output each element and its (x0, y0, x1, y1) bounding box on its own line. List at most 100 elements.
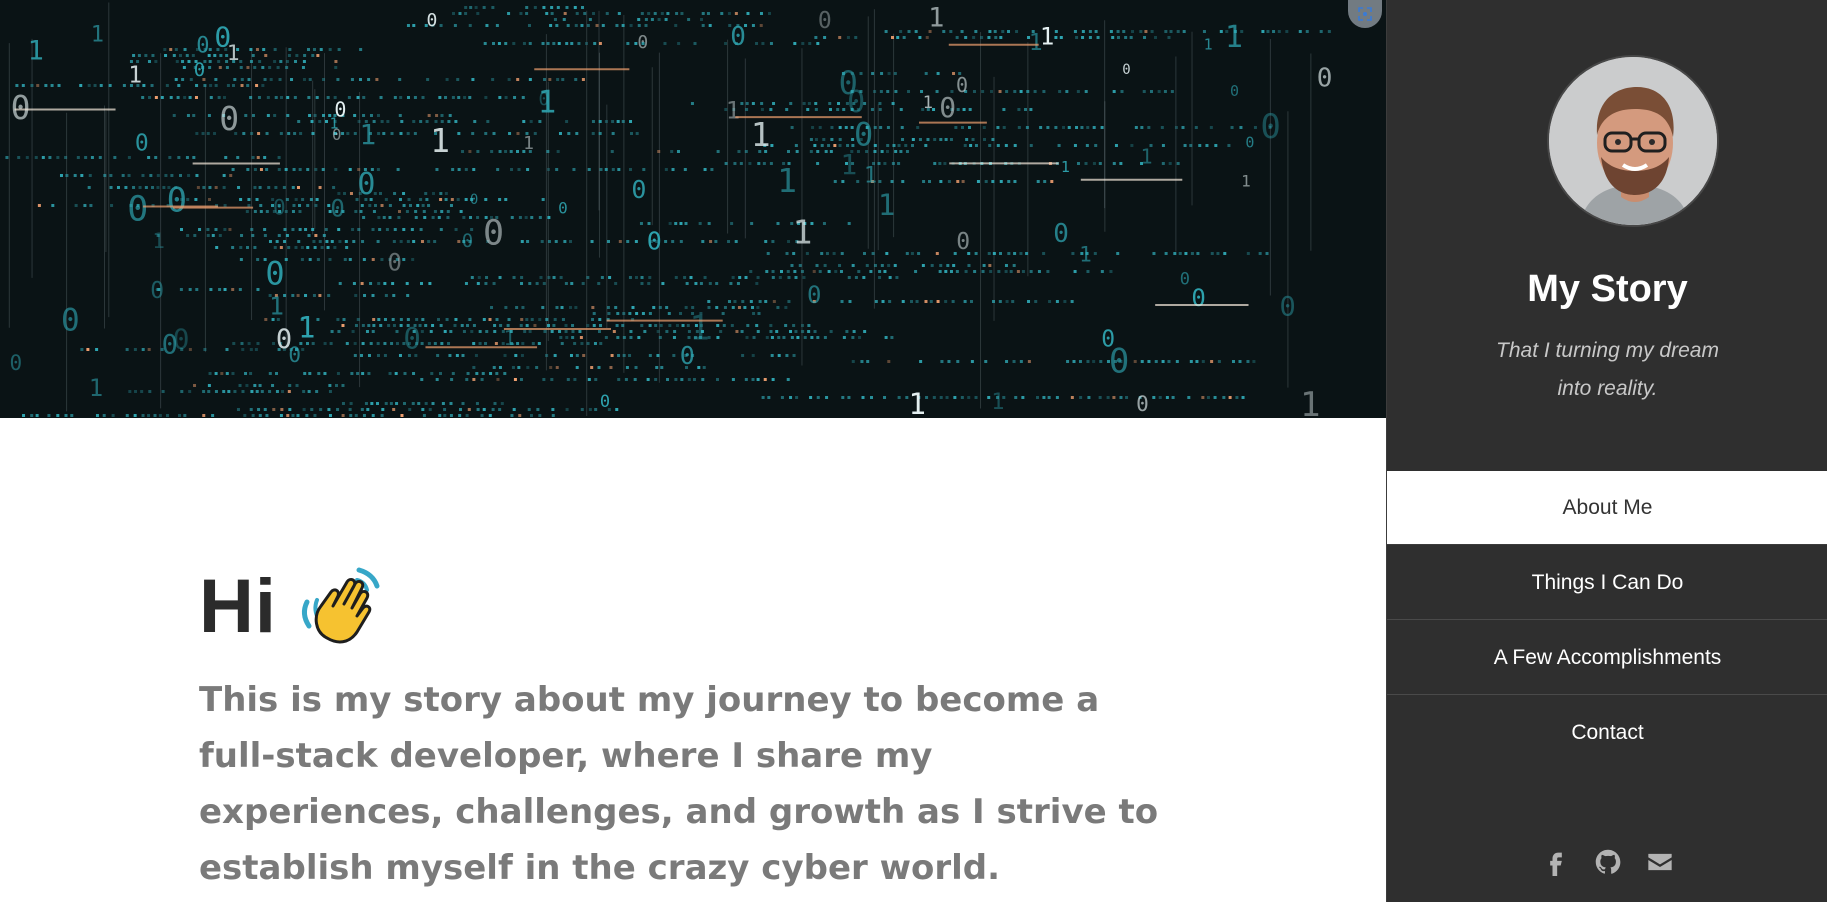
svg-text:1: 1 (359, 118, 376, 151)
svg-text:1: 1 (523, 133, 534, 154)
svg-text:1: 1 (1140, 144, 1152, 168)
sidebar-nav: About Me Things I Can Do A Few Accomplis… (1387, 471, 1827, 770)
svg-text:1: 1 (726, 96, 740, 124)
svg-text:0: 0 (680, 341, 695, 370)
nav-item-about-me[interactable]: About Me (1387, 471, 1827, 545)
svg-text:0: 0 (61, 303, 80, 339)
svg-text:0: 0 (403, 322, 420, 356)
svg-text:1: 1 (152, 229, 165, 253)
svg-text:1: 1 (1241, 171, 1251, 190)
github-link[interactable] (1592, 846, 1624, 878)
svg-text:1: 1 (923, 93, 933, 113)
svg-text:0: 0 (730, 22, 746, 52)
svg-text:0: 0 (1053, 219, 1069, 249)
site-tagline: That I turning my dream into reality. (1496, 339, 1719, 400)
svg-text:0: 0 (388, 248, 402, 276)
svg-text:1: 1 (909, 387, 926, 418)
svg-text:1: 1 (28, 35, 44, 66)
svg-text:1: 1 (269, 292, 284, 321)
svg-text:1: 1 (1029, 30, 1043, 56)
svg-text:0: 0 (219, 99, 239, 138)
svg-text:0: 0 (939, 91, 956, 124)
svg-text:0: 0 (9, 351, 22, 375)
facebook-link[interactable] (1540, 846, 1572, 878)
svg-text:0: 0 (1122, 62, 1130, 78)
svg-text:0: 0 (214, 20, 231, 53)
svg-text:0: 0 (1317, 63, 1333, 93)
waving-hand-icon (301, 567, 380, 644)
svg-text:0: 0 (426, 10, 437, 31)
svg-text:0: 0 (330, 195, 344, 223)
svg-text:0: 0 (647, 226, 662, 255)
svg-text:0: 0 (1230, 82, 1239, 100)
svg-text:0: 0 (273, 196, 286, 220)
svg-text:0: 0 (600, 392, 610, 412)
svg-text:1: 1 (430, 121, 450, 160)
svg-text:0: 0 (1245, 134, 1254, 152)
svg-text:1: 1 (928, 3, 944, 34)
svg-text:1: 1 (840, 148, 857, 181)
hero-banner: 1001100000001100101110100110001011100000… (0, 0, 1386, 418)
email-link[interactable] (1644, 846, 1676, 878)
main-content: 1001100000001100101110100110001011100000… (0, 0, 1386, 902)
svg-text:0: 0 (558, 198, 568, 217)
facebook-icon (1549, 852, 1562, 876)
greeting-heading: Hi (199, 560, 1159, 652)
svg-text:1: 1 (91, 23, 104, 48)
github-icon (1595, 849, 1620, 874)
svg-text:0: 0 (127, 189, 148, 229)
intro-section: Hi This is my story about my journey to … (199, 560, 1159, 896)
svg-text:1: 1 (1204, 36, 1213, 54)
svg-text:0: 0 (265, 255, 284, 293)
portfolio-page: 1001100000001100101110100110001011100000… (0, 0, 1827, 902)
svg-text:0: 0 (167, 180, 187, 220)
svg-text:0: 0 (1136, 392, 1149, 416)
focus-icon (1358, 7, 1372, 21)
svg-text:0: 0 (11, 88, 31, 127)
svg-text:0: 0 (470, 192, 478, 208)
svg-text:0: 0 (462, 230, 473, 252)
svg-text:0: 0 (150, 278, 164, 304)
svg-text:0: 0 (196, 33, 209, 58)
avatar (1547, 55, 1719, 227)
svg-text:1: 1 (777, 161, 797, 200)
svg-text:0: 0 (276, 324, 292, 355)
svg-text:0: 0 (956, 229, 970, 255)
svg-text:0: 0 (194, 59, 205, 81)
intro-paragraph: This is my story about my journey to bec… (199, 680, 1159, 888)
svg-text:1: 1 (1061, 158, 1070, 176)
svg-text:1: 1 (878, 188, 895, 222)
profile-photo (1549, 57, 1717, 225)
svg-text:0: 0 (1180, 269, 1190, 289)
svg-text:0: 0 (956, 73, 968, 97)
svg-text:1: 1 (298, 311, 315, 345)
svg-text:1: 1 (793, 213, 813, 252)
svg-text:0: 0 (483, 213, 504, 253)
email-icon (1647, 853, 1672, 871)
nav-item-accomplishments[interactable]: A Few Accomplishments (1387, 620, 1827, 695)
svg-text:0: 0 (135, 131, 149, 157)
nav-item-contact[interactable]: Contact (1387, 695, 1827, 770)
svg-text:1: 1 (1079, 242, 1092, 266)
svg-text:1: 1 (991, 390, 1004, 415)
svg-text:0: 0 (631, 175, 646, 204)
binary-code-background: 1001100000001100 10 1110100110001011100000… (0, 0, 1386, 418)
svg-text:0: 0 (357, 167, 375, 202)
svg-text:0: 0 (1101, 326, 1115, 352)
svg-text:0: 0 (839, 64, 858, 102)
svg-text:0: 0 (637, 32, 648, 53)
nav-item-things-i-can-do[interactable]: Things I Can Do (1387, 545, 1827, 620)
svg-text:0: 0 (818, 8, 832, 34)
site-title: My Story (1527, 268, 1688, 310)
svg-text:0: 0 (332, 125, 342, 144)
social-links (1387, 846, 1827, 878)
svg-text:1: 1 (864, 164, 877, 189)
svg-text:1: 1 (128, 62, 142, 88)
svg-text:1: 1 (751, 115, 771, 154)
greeting-text: Hi (199, 563, 277, 649)
svg-text:1: 1 (538, 85, 557, 121)
svg-text:1: 1 (1300, 385, 1320, 418)
svg-text:1: 1 (89, 374, 103, 402)
svg-text:0: 0 (1260, 107, 1280, 147)
svg-text:0: 0 (162, 330, 178, 361)
